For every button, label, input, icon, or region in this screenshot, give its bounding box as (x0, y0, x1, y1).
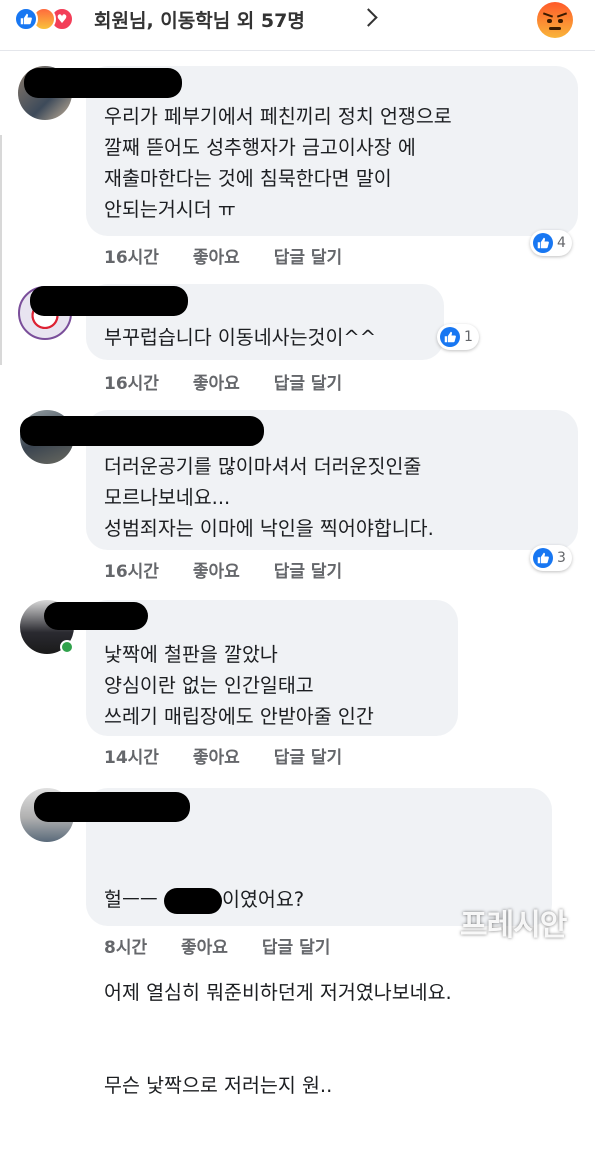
reaction-people-summary[interactable]: 회원님, 이동학님 외 57명 (94, 6, 305, 33)
online-status-indicator (60, 640, 74, 654)
like-button[interactable]: 좋아요 (193, 374, 240, 394)
comment-actions: 14시간 좋아요 답글 달기 (104, 743, 370, 768)
like-button[interactable]: 좋아요 (193, 748, 240, 768)
reaction-count-badge[interactable]: 4 (530, 230, 572, 256)
redacted-author-name (44, 602, 148, 630)
scroll-indicator (0, 135, 2, 365)
redacted-author-name (30, 286, 188, 316)
comment-timestamp[interactable]: 16시간 (104, 248, 159, 268)
comment-timestamp[interactable]: 16시간 (104, 562, 159, 582)
like-button[interactable]: 좋아요 (193, 562, 240, 582)
redacted-name (164, 887, 223, 914)
like-icon (440, 327, 460, 347)
like-icon (533, 233, 553, 253)
reply-button[interactable]: 답글 달기 (274, 562, 342, 582)
chevron-right-icon[interactable] (359, 8, 378, 27)
reaction-count: 1 (464, 329, 473, 345)
angry-icon[interactable] (537, 2, 573, 38)
reply-button[interactable]: 답글 달기 (274, 748, 342, 768)
redacted-author-name (20, 416, 264, 446)
reply-button[interactable]: 답글 달기 (274, 374, 342, 394)
reaction-count: 3 (557, 550, 566, 566)
like-button[interactable]: 좋아요 (181, 938, 228, 958)
comment-text: 우리가 페부기에서 페친끼리 정치 언쟁으로 깔째 뜯어도 성추행자가 금고이사장… (104, 105, 452, 221)
redacted-author-name (24, 68, 182, 98)
reactions-header[interactable]: ♥ 회원님, 이동학님 외 57명 (0, 0, 595, 51)
like-icon (14, 7, 38, 31)
reply-button[interactable]: 답글 달기 (262, 938, 330, 958)
comment-actions: 16시간 좋아요 답글 달기 (104, 243, 370, 268)
comment-actions: 16시간 좋아요 답글 달기 (104, 557, 370, 582)
comment-text: 헐ㅡㅡ 이였어요? 어제 열심히 뭐준비하던게 저거였나보네요. 무슨 낯짝으로… (104, 887, 452, 1097)
like-icon (533, 548, 553, 568)
comment-text: 부꾸럽습니다 이동네사는것이^^ (104, 326, 377, 349)
like-button[interactable]: 좋아요 (193, 248, 240, 268)
comment-actions: 8시간 좋아요 답글 달기 (104, 933, 358, 958)
reaction-count-badge[interactable]: 3 (530, 545, 572, 571)
comment-text: 더러운공기를 많이마셔서 더러운짓인줄 모르나보네요... 성범죄자는 이마에 낙인… (104, 455, 434, 540)
comment-text: 낯짝에 철판을 깔았나 양심이란 없는 인간일태고 쓰레기 매립장에도 안받아줄 인… (104, 643, 374, 728)
redacted-author-name (34, 792, 190, 822)
comment-timestamp[interactable]: 14시간 (104, 748, 159, 768)
reaction-count: 4 (557, 235, 566, 251)
comment-timestamp[interactable]: 16시간 (104, 374, 159, 394)
comment-timestamp[interactable]: 8시간 (104, 938, 147, 958)
watermark-logo: 프레시안 (460, 908, 567, 943)
reaction-count-badge[interactable]: 1 (437, 324, 479, 350)
reply-button[interactable]: 답글 달기 (274, 248, 342, 268)
comment-actions: 16시간 좋아요 답글 달기 (104, 369, 370, 394)
